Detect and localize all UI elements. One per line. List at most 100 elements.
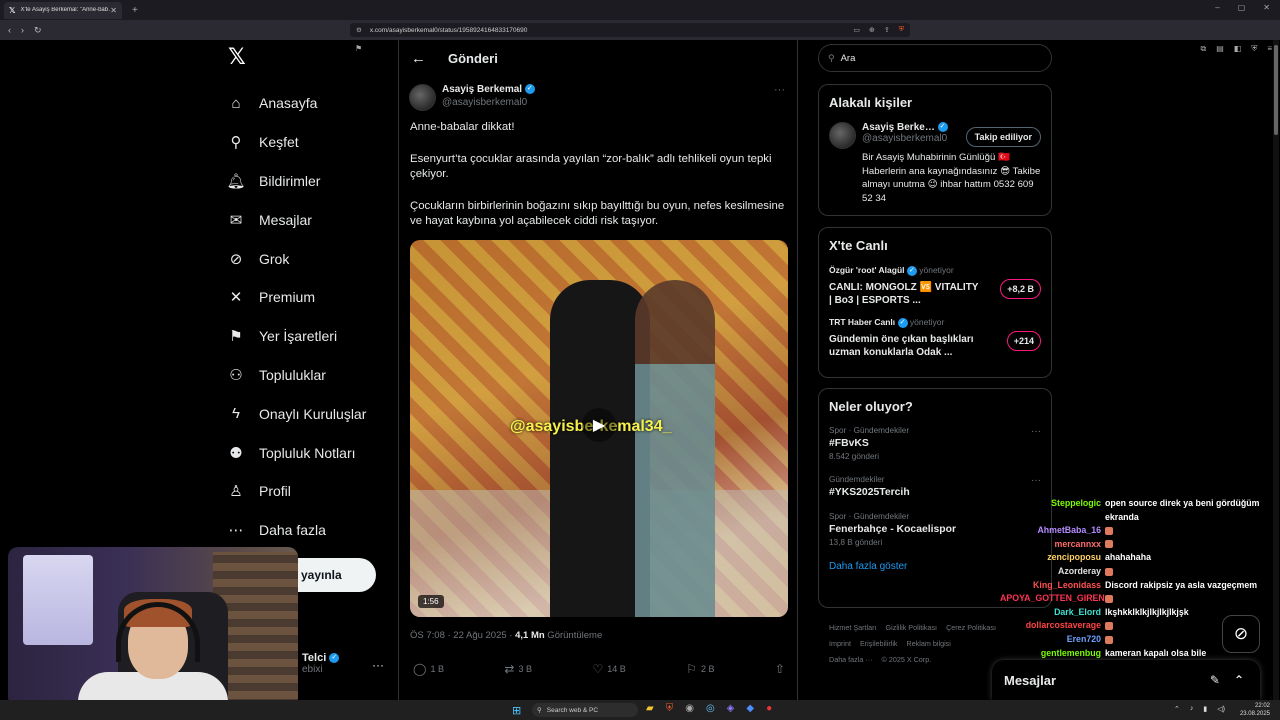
related-handle[interactable]: @asayisberkemal0	[862, 133, 948, 144]
author-name[interactable]: Asayiş Berkemal	[442, 84, 522, 95]
bookmark-button[interactable]: ⚐ 2 B	[686, 662, 714, 676]
taskbar-search[interactable]: ⚲ Search web & PC	[532, 703, 638, 717]
chat-username[interactable]: King_Leonidass	[1000, 579, 1105, 593]
account-more-icon[interactable]: ···	[372, 658, 384, 672]
chat-username[interactable]: Azorderay	[1000, 565, 1105, 579]
back-arrow-icon[interactable]: ←	[411, 50, 426, 67]
nav-item-label: Keşfet	[259, 134, 299, 151]
back-icon[interactable]: ‹	[8, 25, 11, 36]
brave-icon[interactable]: ⛨	[666, 703, 674, 714]
share-icon[interactable]: ⇪	[884, 26, 890, 34]
obs-icon[interactable]: ●	[766, 703, 772, 714]
footer-link[interactable]: Imprint	[829, 639, 851, 648]
nav-item-bell[interactable]: 🔔︎ Bildirimler	[226, 162, 396, 201]
folder-icon[interactable]: ▰	[646, 703, 654, 714]
nav-item-search[interactable]: ⚲ Keşfet	[226, 123, 396, 162]
footer-link[interactable]: Erişilebilirlik	[860, 639, 898, 648]
steam-icon[interactable]: ◎	[706, 703, 715, 714]
menu-icon[interactable]: ≡	[1267, 44, 1272, 54]
reload-icon[interactable]: ↻	[34, 25, 42, 36]
nav-item-people[interactable]: ⚇ Topluluklar	[226, 356, 396, 395]
avatar[interactable]	[829, 122, 856, 149]
chat-username[interactable]: Dark_Elord	[1000, 606, 1105, 620]
extension-icon[interactable]: ⧉	[1200, 44, 1206, 54]
browser-tab[interactable]: 𝕏 X'te Asayiş Berkemal: "Anne-bab… ✕	[4, 1, 122, 19]
nav-item-more[interactable]: ⋯ Daha fazla	[226, 511, 396, 550]
chat-username[interactable]: mercannxx	[1000, 538, 1105, 552]
author-handle[interactable]: @asayisberkemal0	[442, 97, 535, 108]
nav-item-bookmark[interactable]: ⚑ Yer İşaretleri	[226, 317, 396, 356]
forward-icon[interactable]: ›	[21, 25, 24, 36]
chat-username[interactable]: zencipoposu	[1000, 551, 1105, 565]
chat-username[interactable]: AhmetBaba_16	[1000, 524, 1105, 538]
chat-username[interactable]: dollarcostaverage	[1000, 619, 1105, 633]
close-window-icon[interactable]: ✕	[1263, 3, 1270, 12]
messages-drawer[interactable]: Mesajlar ✎ ⌃	[992, 660, 1260, 700]
sidebar-icon[interactable]: ◧	[1234, 44, 1242, 54]
trend-category: Spor · Gündemdekiler	[829, 426, 910, 435]
screen-icon[interactable]: ▭	[853, 26, 860, 34]
app-icon[interactable]: ◉	[685, 703, 694, 714]
minimize-icon[interactable]: –	[1215, 3, 1219, 12]
discord-icon[interactable]: ◈	[727, 703, 735, 714]
expand-icon[interactable]: ⌃	[1234, 673, 1244, 687]
chat-username[interactable]: gentlemenbug	[1000, 647, 1105, 661]
chat-username[interactable]: APOYA_GOTTEN_GIREN	[1000, 592, 1105, 606]
nav-item-home[interactable]: ⌂ Anasayfa	[226, 84, 396, 123]
following-button[interactable]: Takip ediliyor	[965, 127, 1041, 147]
trend-more-icon[interactable]: ···	[1031, 426, 1041, 437]
windows-start-icon[interactable]: ⊞	[512, 704, 521, 717]
clock[interactable]: 22:02 23.08.2025	[1240, 702, 1270, 718]
chat-username[interactable]: Steppelogic	[1000, 497, 1105, 524]
live-item[interactable]: Özgür 'root' Alagül ✓ yönetiyor CANLI: M…	[829, 265, 1041, 307]
site-info-icon[interactable]: ⚙	[356, 26, 362, 34]
repost-button[interactable]: ⇄ 3 B	[504, 662, 532, 676]
volume-icon[interactable]: ◁)	[1217, 705, 1225, 713]
like-button[interactable]: ♡ 14 B	[592, 662, 625, 676]
play-icon[interactable]: ▶	[582, 408, 616, 442]
x-logo-icon[interactable]: 𝕏	[228, 44, 396, 70]
post-video[interactable]: @asayisberkemal34_ ▶ 1:56	[410, 240, 788, 617]
footer-link[interactable]: Daha fazla ···	[829, 655, 873, 664]
footer-link[interactable]: Hizmet Şartları	[829, 623, 877, 632]
vpn-icon[interactable]: ⛨	[1251, 44, 1257, 54]
chevron-up-icon[interactable]: ⌃	[1174, 705, 1180, 713]
post-paragraph: Anne-babalar dikkat!	[410, 121, 515, 133]
nav-item-envelope[interactable]: ✉ Mesajlar	[226, 200, 396, 239]
new-tab-button[interactable]: +	[132, 5, 138, 16]
app-icon[interactable]: ◆	[746, 703, 754, 714]
zoom-icon[interactable]: ⊕	[869, 26, 875, 34]
scrollbar-thumb[interactable]	[1274, 45, 1278, 135]
post-time[interactable]: ÖS 7:08 · 22 Ağu 2025 ·	[410, 630, 515, 641]
nav-item-grok[interactable]: ⊘ Grok	[226, 239, 396, 278]
close-tab-icon[interactable]: ✕	[110, 6, 117, 15]
nav-item-notes[interactable]: ⚉ Topluluk Notları	[226, 433, 396, 472]
footer-link[interactable]: Çerez Politikası	[946, 623, 996, 632]
live-item[interactable]: TRT Haber Canlı ✓ yönetiyor Gündemin öne…	[829, 317, 1041, 359]
nav-item-user[interactable]: ♙ Profil	[226, 472, 396, 511]
nav-item-lightning[interactable]: ϟ Onaylı Kuruluşlar	[226, 394, 396, 433]
new-message-icon[interactable]: ✎	[1210, 673, 1220, 687]
post-more-icon[interactable]: ···	[774, 84, 785, 96]
reply-button[interactable]: ◯ 1 B	[413, 662, 444, 676]
grok-icon[interactable]: ⊘	[1222, 615, 1260, 653]
related-name[interactable]: Asayiş Berke…	[862, 122, 935, 133]
mic-icon[interactable]: ♪	[1190, 705, 1194, 713]
wallet-icon[interactable]: ▤	[1216, 44, 1224, 54]
network-icon[interactable]: ▮	[1203, 705, 1207, 713]
trend-more-icon[interactable]: ···	[1031, 475, 1041, 486]
footer-link[interactable]: Reklam bilgisi	[907, 639, 951, 648]
trend-item[interactable]: Spor · Gündemdekiler #FBvKS 8.542 gönder…	[829, 426, 1041, 461]
nav-item-x[interactable]: ✕ Premium	[226, 278, 396, 317]
brave-shield-icon[interactable]: ⛨	[899, 26, 904, 34]
account-switcher[interactable]: Telci ✓ ebixi	[302, 652, 340, 675]
maximize-icon[interactable]: ▢	[1238, 3, 1246, 12]
post-author[interactable]: Asayiş Berkemal ✓ @asayisberkemal0	[409, 84, 535, 111]
share-button[interactable]: ⇧	[775, 662, 785, 676]
footer-link[interactable]: Gizlilik Politikası	[886, 623, 938, 632]
search-input[interactable]: ⚲ Ara	[818, 44, 1052, 72]
url-field[interactable]: ⚙ x.com/asayisberkemal0/status/195892416…	[350, 23, 910, 37]
avatar[interactable]	[409, 84, 436, 111]
trend-item[interactable]: Gündemdekiler #YKS2025Tercih ···	[829, 475, 1041, 498]
chat-username[interactable]: Eren720	[1000, 633, 1105, 647]
